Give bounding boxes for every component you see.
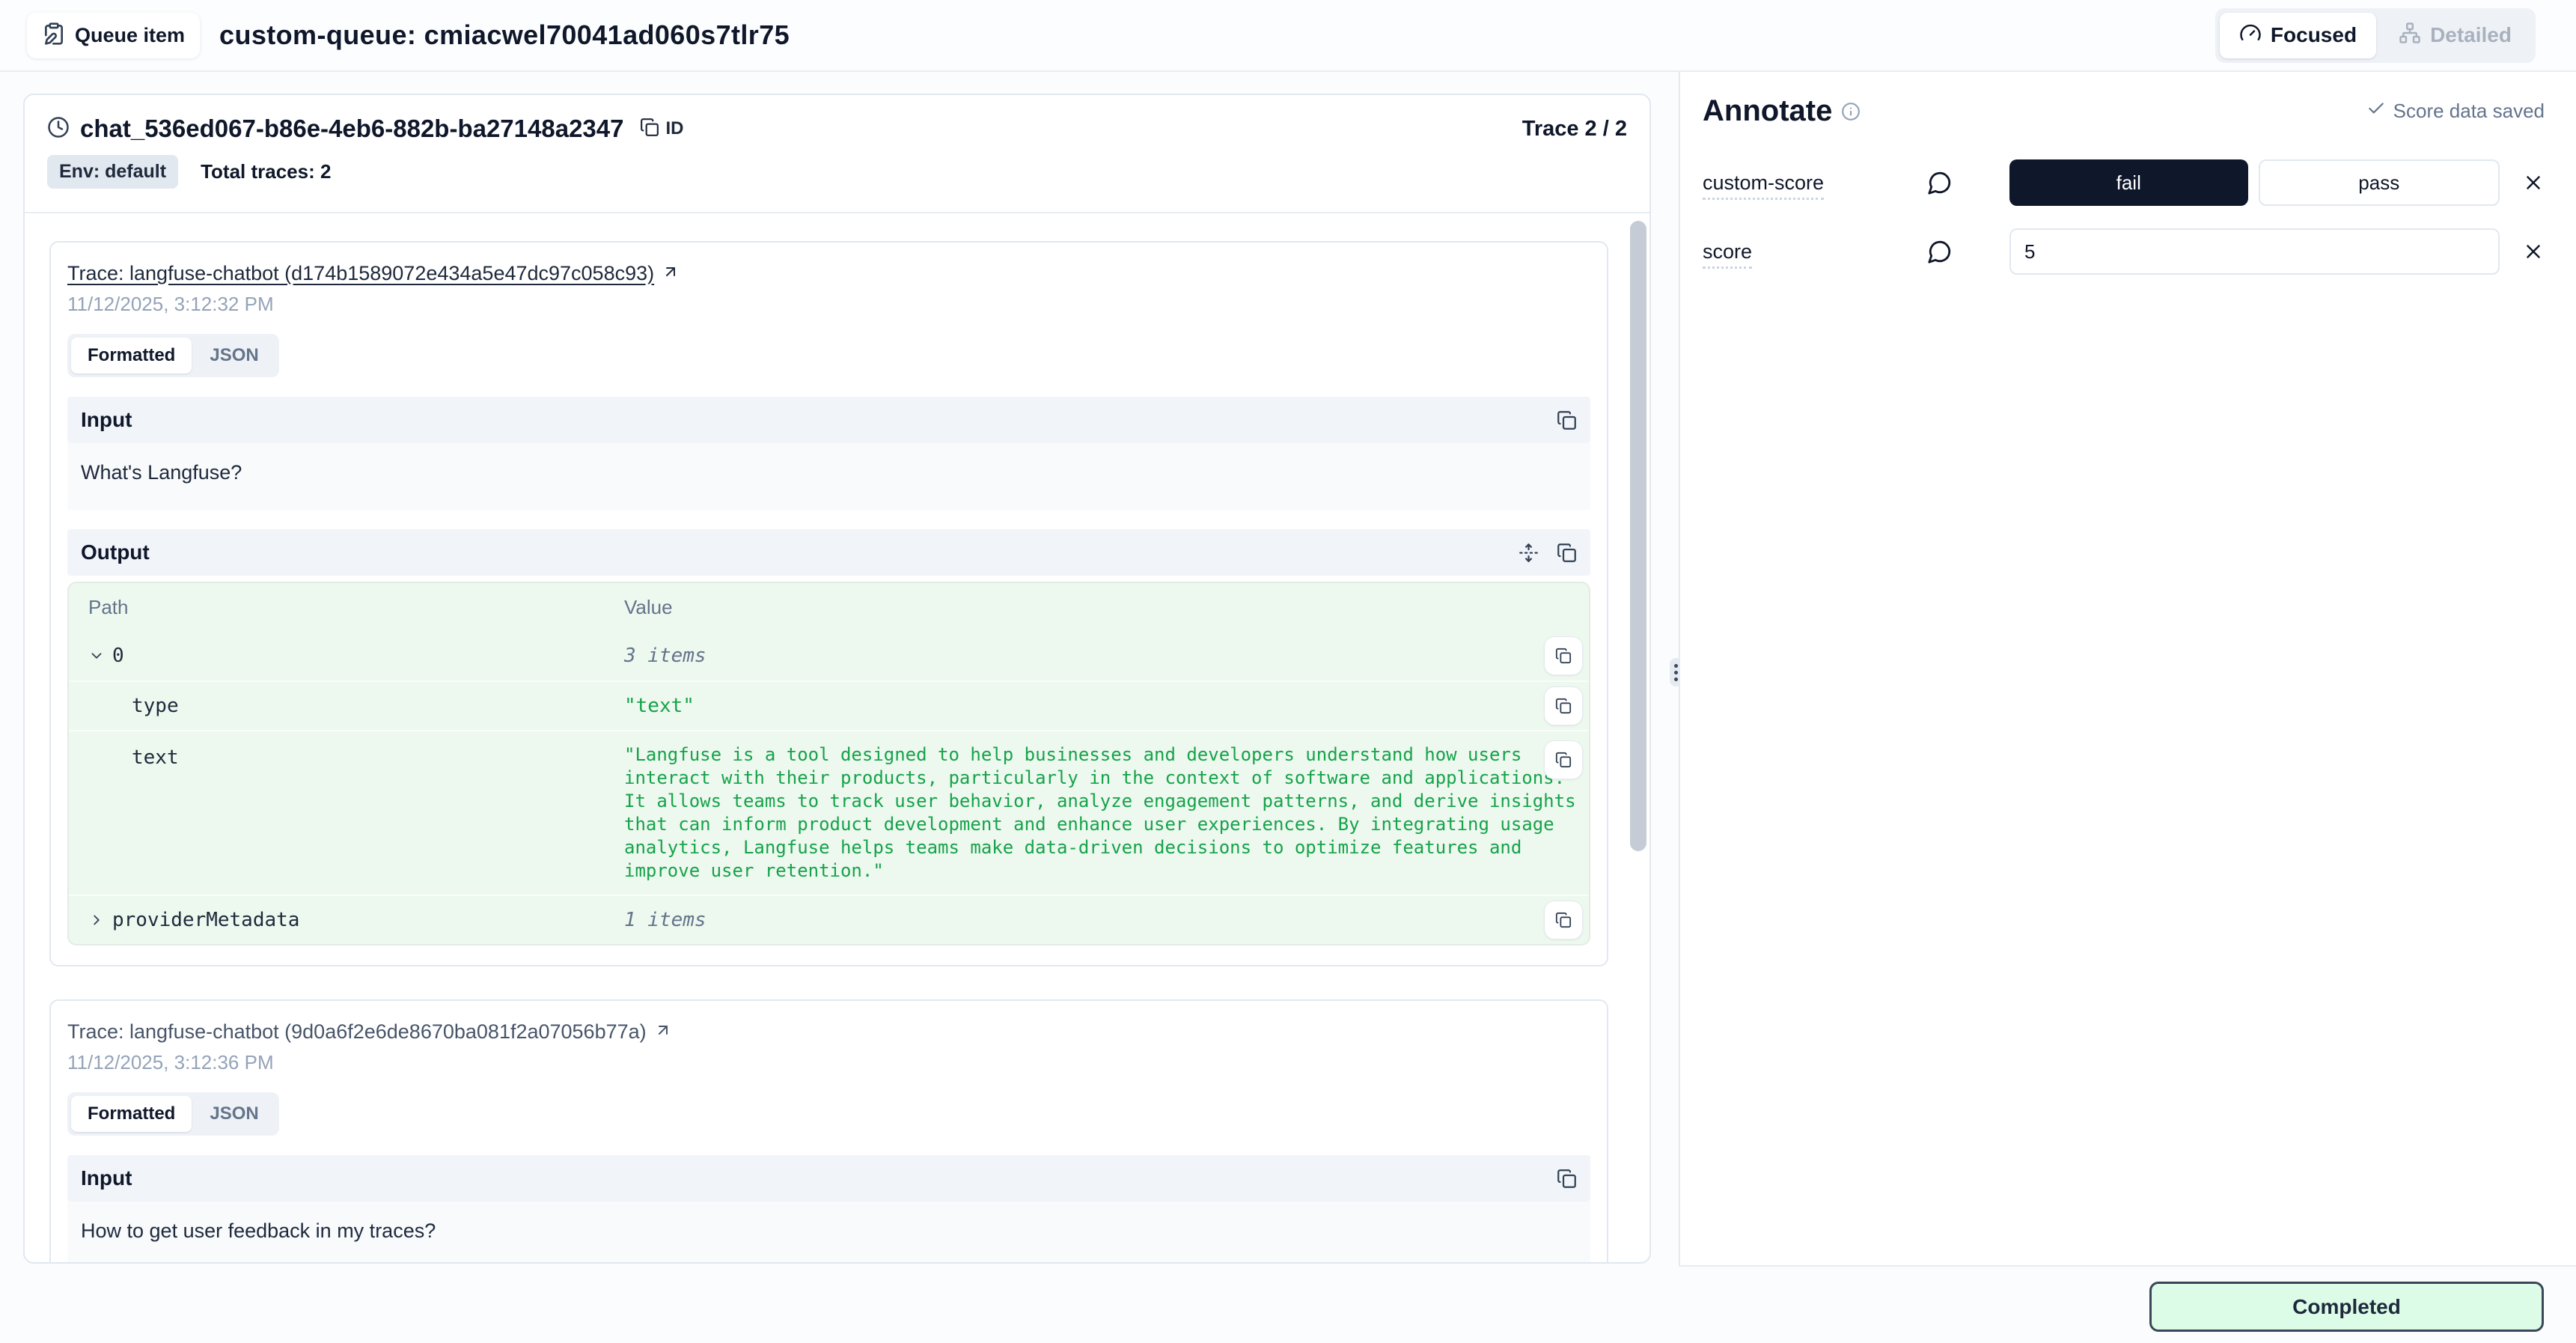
trace-timestamp-2: 11/12/2025, 3:12:36 PM (67, 1051, 1590, 1074)
row-value: "text" (624, 695, 1589, 717)
copy-row-button[interactable] (1544, 901, 1583, 940)
input-section-header-2: Input (67, 1155, 1590, 1202)
external-link-icon (654, 1021, 672, 1043)
row-value: 3 items (624, 645, 1589, 667)
copy-id-button[interactable]: ID (640, 118, 683, 141)
format-tabs-1: Formatted JSON (67, 334, 279, 377)
delete-score-button[interactable] (2522, 171, 2545, 194)
queue-item-badge-label: Queue item (75, 24, 185, 47)
tab-json-1[interactable]: JSON (193, 338, 275, 374)
row-path: text (132, 746, 179, 769)
queue-item-card: chat_536ed067-b86e-4eb6-882b-ba27148a234… (23, 94, 1651, 1264)
top-bar: Queue item custom-queue: cmiacwel70041ad… (0, 0, 2576, 72)
copy-row-button[interactable] (1544, 686, 1583, 725)
copy-input-button-1[interactable] (1557, 410, 1577, 430)
row-path: 0 (112, 645, 124, 667)
detailed-view-button[interactable]: Detailed (2379, 13, 2531, 58)
table-row[interactable]: 0 3 items (69, 631, 1589, 680)
score-option-fail[interactable]: fail (2009, 159, 2248, 206)
table-row[interactable]: type "text" (69, 680, 1589, 730)
annotate-title: Annotate (1703, 94, 1832, 128)
copy-output-button-1[interactable] (1557, 543, 1577, 563)
total-traces: Total traces: 2 (201, 160, 331, 183)
copy-row-button[interactable] (1544, 636, 1583, 675)
trace-link-2[interactable]: Trace: langfuse-chatbot (9d0a6f2e6de8670… (67, 1020, 647, 1044)
queue-item-badge: Queue item (27, 13, 200, 58)
copy-icon (640, 118, 659, 141)
trace-card-2: Trace: langfuse-chatbot (9d0a6f2e6de8670… (49, 999, 1608, 1262)
score-option-group: fail pass (2009, 159, 2500, 206)
format-tabs-2: Formatted JSON (67, 1092, 279, 1136)
output-label-1: Output (81, 540, 150, 564)
input-label-1: Input (81, 408, 132, 432)
copy-row-button[interactable] (1544, 740, 1583, 779)
tab-formatted-2[interactable]: Formatted (71, 1096, 192, 1132)
trace-card-1: Trace: langfuse-chatbot (d174b1589072e43… (49, 241, 1608, 966)
score-row-custom-score: custom-score fail pass (1703, 159, 2545, 206)
trace-counter: Trace 2 / 2 (1522, 117, 1627, 141)
copy-input-button-2[interactable] (1557, 1169, 1577, 1189)
clipboard-pen-icon (42, 22, 66, 49)
page-title: custom-queue: cmiacwel70041ad060s7tlr75 (219, 19, 790, 51)
env-badge: Env: default (47, 155, 178, 189)
score-option-pass[interactable]: pass (2259, 159, 2500, 206)
chevron-right-icon[interactable] (88, 912, 105, 928)
delete-score-button[interactable] (2522, 240, 2545, 263)
gauge-icon (2239, 22, 2262, 49)
tab-formatted-1[interactable]: Formatted (71, 338, 192, 374)
value-column-header: Value (624, 596, 673, 619)
score-name-label: score (1703, 240, 1927, 264)
trace-link-1[interactable]: Trace: langfuse-chatbot (d174b1589072e43… (67, 262, 654, 285)
completed-button[interactable]: Completed (2149, 1282, 2544, 1332)
input-section-header-1: Input (67, 397, 1590, 443)
path-column-header: Path (69, 596, 624, 619)
clock-icon (47, 116, 70, 142)
score-name-label: custom-score (1703, 171, 1927, 195)
row-path: providerMetadata (112, 909, 299, 931)
chevron-down-icon[interactable] (88, 648, 105, 664)
table-row[interactable]: providerMetadata 1 items (69, 895, 1589, 944)
info-icon[interactable] (1841, 102, 1861, 121)
output-json-table-1: Path Value 0 3 items (67, 582, 1590, 945)
id-label: ID (665, 118, 683, 139)
vertical-scrollbar[interactable] (1630, 221, 1646, 851)
external-link-icon (662, 263, 680, 284)
queue-item-card-header: chat_536ed067-b86e-4eb6-882b-ba27148a234… (25, 95, 1649, 213)
expand-output-button-1[interactable] (1519, 543, 1539, 563)
comment-icon[interactable] (1927, 239, 2009, 264)
trace-timestamp-1: 11/12/2025, 3:12:32 PM (67, 293, 1590, 316)
save-status-label: Score data saved (2393, 100, 2545, 123)
check-icon (2366, 99, 2386, 124)
row-value: 1 items (624, 909, 1589, 931)
row-value: "Langfuse is a tool designed to help bus… (624, 731, 1589, 895)
input-value-2: How to get user feedback in my traces? (67, 1202, 1590, 1262)
network-icon (2399, 22, 2421, 49)
item-name: chat_536ed067-b86e-4eb6-882b-ba27148a234… (80, 115, 623, 143)
table-row[interactable]: text "Langfuse is a tool designed to hel… (69, 730, 1589, 895)
tab-json-2[interactable]: JSON (193, 1096, 275, 1132)
focused-view-label: Focused (2271, 23, 2357, 47)
traces-scroll-area[interactable]: Trace: langfuse-chatbot (d174b1589072e43… (25, 215, 1649, 1262)
detailed-view-label: Detailed (2430, 23, 2512, 47)
output-section-header-1: Output (67, 529, 1590, 576)
score-value-input[interactable] (2009, 228, 2500, 275)
annotate-panel: Annotate Score data saved custom-score f… (1680, 72, 2576, 1267)
save-status: Score data saved (2366, 99, 2545, 124)
focused-view-button[interactable]: Focused (2220, 13, 2376, 58)
queue-item-page: Queue item custom-queue: cmiacwel70041ad… (0, 0, 2576, 1343)
view-mode-toggle: Focused Detailed (2215, 8, 2536, 63)
row-path: type (132, 695, 179, 717)
comment-icon[interactable] (1927, 170, 2009, 195)
score-row-score: score (1703, 228, 2545, 275)
input-label-2: Input (81, 1166, 132, 1190)
input-value-1: What's Langfuse? (67, 443, 1590, 510)
